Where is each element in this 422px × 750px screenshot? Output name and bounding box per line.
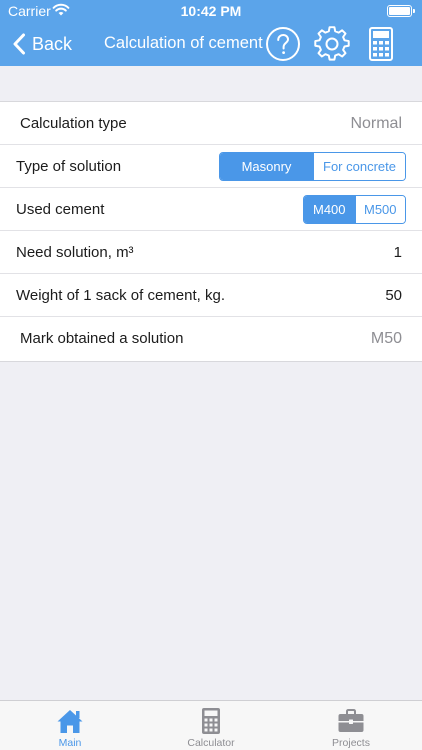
sack-weight-row[interactable]: Weight of 1 sack of cement, kg. 50 <box>0 274 422 317</box>
sack-weight-field[interactable]: 50 <box>385 274 402 317</box>
segment-masonry[interactable]: Masonry <box>220 153 313 180</box>
home-icon <box>57 710 83 733</box>
segment-m400[interactable]: M400 <box>304 196 355 223</box>
calculation-type-label: Calculation type <box>20 115 127 132</box>
cement-grade-segmented-control[interactable]: M400 M500 <box>303 195 406 224</box>
calculation-type-row[interactable]: Calculation type Normal <box>0 102 422 145</box>
mark-obtained-row: Mark obtained a solution M50 <box>0 317 422 361</box>
used-cement-label: Used cement <box>16 201 105 218</box>
gear-icon <box>314 26 350 61</box>
settings-button[interactable] <box>314 26 350 62</box>
type-of-solution-label: Type of solution <box>16 158 122 175</box>
need-solution-label: Need solution, m³ <box>16 244 134 261</box>
used-cement-row: Used cement M400 M500 <box>0 188 422 231</box>
calculator-icon <box>202 708 220 734</box>
need-solution-field[interactable]: 1 <box>394 231 402 274</box>
tab-projects-label: Projects <box>332 737 370 749</box>
help-button[interactable] <box>265 26 301 62</box>
page-title: Calculation of cement <box>104 34 263 52</box>
tab-main-label: Main <box>58 737 82 749</box>
tab-bar: Main Calculator Projects <box>0 700 422 750</box>
segment-for-concrete[interactable]: For concrete <box>313 153 405 180</box>
solution-type-segmented-control[interactable]: Masonry For concrete <box>219 152 406 181</box>
tab-calculator-label: Calculator <box>187 737 235 749</box>
top-bar: Carrier 10:42 PM Back Calculation of cem… <box>0 0 422 66</box>
calculator-button[interactable] <box>363 26 399 62</box>
type-of-solution-row: Type of solution Masonry For concrete <box>0 145 422 188</box>
tab-calculator[interactable]: Calculator <box>161 705 261 749</box>
mark-obtained-label: Mark obtained a solution <box>20 330 184 347</box>
battery-icon <box>387 5 415 17</box>
navigation-bar: Back Calculation of cement <box>0 22 422 66</box>
calculator-icon <box>369 27 393 61</box>
sack-weight-label: Weight of 1 sack of cement, kg. <box>16 287 225 304</box>
status-time: 10:42 PM <box>180 3 242 19</box>
tab-main[interactable]: Main <box>20 705 120 749</box>
segment-m500[interactable]: M500 <box>354 196 405 223</box>
question-circle-icon <box>266 27 300 61</box>
calculation-type-value[interactable]: Normal <box>350 102 402 145</box>
status-bar: Carrier 10:42 PM <box>0 0 422 22</box>
chevron-left-icon <box>13 33 25 55</box>
need-solution-row[interactable]: Need solution, m³ 1 <box>0 231 422 274</box>
briefcase-icon <box>338 709 364 732</box>
back-button[interactable]: Back <box>12 31 72 57</box>
mark-obtained-value: M50 <box>370 330 402 347</box>
back-label: Back <box>32 33 73 54</box>
calculation-form: Calculation type Normal Type of solution… <box>0 101 422 362</box>
tab-projects[interactable]: Projects <box>301 705 401 749</box>
